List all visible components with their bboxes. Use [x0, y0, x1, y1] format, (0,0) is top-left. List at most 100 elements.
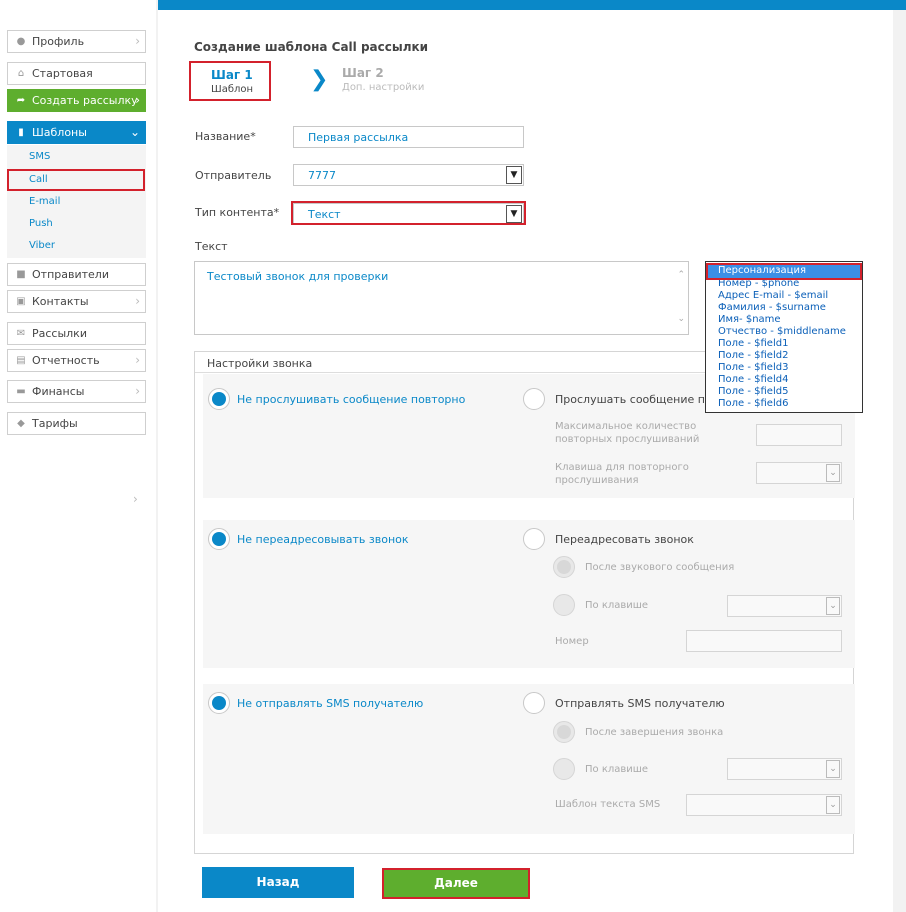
- step-1-subtitle: Шаблон: [211, 84, 254, 95]
- by-key-radio[interactable]: [553, 594, 575, 616]
- chevron-down-icon[interactable]: ⌄: [826, 464, 840, 482]
- personalization-option[interactable]: Поле - $field6: [706, 398, 862, 410]
- sidebar-item-label: Шаблоны: [32, 126, 87, 139]
- submenu-sms[interactable]: SMS: [29, 151, 50, 162]
- no-sms-label[interactable]: Не отправлять SMS получателю: [237, 697, 423, 710]
- chevron-down-icon[interactable]: ▼: [506, 166, 522, 184]
- sidebar-item-reports[interactable]: ▤ Отчетность ›: [7, 349, 146, 372]
- scroll-up-icon[interactable]: ⌃: [677, 270, 685, 280]
- chat-icon: ■: [16, 269, 26, 280]
- text-textarea-value: Тестовый звонок для проверки: [207, 270, 389, 283]
- call-highlight-box: [7, 169, 145, 191]
- submenu-viber[interactable]: Viber: [29, 240, 55, 251]
- sidebar-item-start[interactable]: ⌂ Стартовая: [7, 62, 146, 85]
- step-1-title: Шаг 1: [211, 68, 253, 82]
- personalization-highlight-box: [706, 263, 862, 280]
- sidebar-item-label: Контакты: [32, 295, 89, 308]
- no-replay-radio[interactable]: [208, 388, 230, 410]
- chevron-down-icon: ⌄: [129, 125, 140, 139]
- step-2[interactable]: Шаг 2 Доп. настройки: [342, 66, 424, 93]
- envelope-icon: ✉: [16, 328, 26, 339]
- step-1[interactable]: Шаг 1 Шаблон: [189, 61, 271, 101]
- back-button[interactable]: Назад: [202, 867, 354, 898]
- wallet-icon: ▬: [16, 386, 26, 397]
- sidebar-item-contacts[interactable]: ▣ Контакты ›: [7, 290, 146, 313]
- sidebar-item-tariffs[interactable]: ◆ Тарифы: [7, 412, 146, 435]
- chevron-down-icon[interactable]: ⌄: [826, 796, 840, 814]
- sidebar-item-label: Финансы: [32, 385, 85, 398]
- main-panel: Создание шаблона Call рассылки Шаг 1 Шаб…: [158, 10, 893, 912]
- text-label: Текст: [195, 240, 228, 253]
- sms-template-label: Шаблон текста SMS: [555, 799, 661, 810]
- max-replays-input[interactable]: [756, 424, 842, 446]
- sidebar-item-label: Отправители: [32, 268, 109, 281]
- redirect-key-select[interactable]: ⌄: [727, 595, 842, 617]
- sidebar-item-profile[interactable]: ● Профиль ›: [7, 30, 146, 53]
- text-textarea[interactable]: Тестовый звонок для проверки ⌃ ⌄: [194, 261, 689, 335]
- personalization-option[interactable]: Адрес E-mail - $email: [706, 290, 862, 302]
- sms-template-select[interactable]: ⌄: [686, 794, 842, 816]
- replay-key-label: Клавиша для повторного прослушивания: [555, 462, 689, 486]
- sidebar-item-senders[interactable]: ■ Отправители: [7, 263, 146, 286]
- replay-key-select[interactable]: ⌄: [756, 462, 842, 484]
- replay-radio[interactable]: [523, 388, 545, 410]
- step-2-title: Шаг 2: [342, 66, 384, 80]
- personalization-option[interactable]: Отчество - $middlename: [706, 326, 862, 338]
- sidebar-item-finance[interactable]: ▬ Финансы ›: [7, 380, 146, 403]
- name-input[interactable]: Первая рассылка: [293, 126, 524, 148]
- chevron-right-icon: ›: [135, 93, 140, 107]
- personalization-option[interactable]: Поле - $field1: [706, 338, 862, 350]
- chevron-down-icon[interactable]: ⌄: [826, 597, 840, 615]
- top-bar: [158, 0, 906, 10]
- after-call-radio[interactable]: [553, 721, 575, 743]
- share-arrow-icon: ➦: [16, 95, 26, 106]
- redirect-number-input[interactable]: [686, 630, 842, 652]
- no-replay-label[interactable]: Не прослушивать сообщение повторно: [237, 393, 465, 406]
- sidebar-item-create-mailing[interactable]: ➦ Создать рассылку ›: [7, 89, 146, 112]
- name-label: Название*: [195, 130, 256, 143]
- after-call-label[interactable]: После завершения звонка: [585, 727, 723, 738]
- scroll-down-icon[interactable]: ⌄: [677, 314, 685, 324]
- sidebar-item-templates[interactable]: ▮ Шаблоны ⌄: [7, 121, 146, 144]
- next-button[interactable]: Далее: [382, 868, 530, 899]
- personalization-dropdown[interactable]: Персонализация Номер - $phone Адрес E-ma…: [705, 261, 863, 413]
- personalization-option[interactable]: Имя- $name: [706, 314, 862, 326]
- tag-icon: ◆: [17, 418, 25, 429]
- sidebar-item-label: Отчетность: [32, 354, 100, 367]
- send-sms-radio[interactable]: [523, 692, 545, 714]
- sms-by-key-radio[interactable]: [553, 758, 575, 780]
- after-voice-label[interactable]: После звукового сообщения: [585, 562, 734, 573]
- no-redirect-radio[interactable]: [208, 528, 230, 550]
- no-sms-radio[interactable]: [208, 692, 230, 714]
- no-redirect-label[interactable]: Не переадресовывать звонок: [237, 533, 409, 546]
- by-key-label[interactable]: По клавише: [585, 600, 648, 611]
- sms-key-select[interactable]: ⌄: [727, 758, 842, 780]
- personalization-option[interactable]: Поле - $field3: [706, 362, 862, 374]
- personalization-option[interactable]: Поле - $field4: [706, 374, 862, 386]
- chevron-right-icon: ❯: [310, 67, 329, 92]
- sidebar-item-label: Создать рассылку: [32, 94, 138, 107]
- chevron-right-icon: ›: [133, 492, 138, 506]
- redirect-section: Не переадресовывать звонок Переадресоват…: [203, 520, 855, 668]
- sms-by-key-label[interactable]: По клавише: [585, 764, 648, 775]
- sender-select[interactable]: 7777 ▼: [293, 164, 524, 186]
- call-settings-panel: Настройки звонка Не прослушивать сообщен…: [194, 351, 855, 854]
- personalization-option[interactable]: Поле - $field5: [706, 386, 862, 398]
- redirect-radio[interactable]: [523, 528, 545, 550]
- sidebar-item-mailings[interactable]: ✉ Рассылки: [7, 322, 146, 345]
- after-voice-radio[interactable]: [553, 556, 575, 578]
- sidebar-item-label: Рассылки: [32, 327, 87, 340]
- sidebar-item-label: Стартовая: [32, 67, 93, 80]
- max-replays-label: Максимальное количество повторных прослу…: [555, 421, 700, 445]
- submenu-email[interactable]: E-mail: [29, 196, 60, 207]
- send-sms-label[interactable]: Отправлять SMS получателю: [555, 697, 725, 710]
- chevron-down-icon[interactable]: ⌄: [826, 760, 840, 778]
- submenu-push[interactable]: Push: [29, 218, 53, 229]
- user-icon: ●: [16, 36, 26, 47]
- personalization-option[interactable]: Фамилия - $surname: [706, 302, 862, 314]
- name-input-value: Первая рассылка: [308, 131, 409, 144]
- content-type-highlight-box: [291, 201, 526, 225]
- content-type-label: Тип контента*: [195, 206, 280, 219]
- redirect-label[interactable]: Переадресовать звонок: [555, 533, 694, 546]
- personalization-option[interactable]: Поле - $field2: [706, 350, 862, 362]
